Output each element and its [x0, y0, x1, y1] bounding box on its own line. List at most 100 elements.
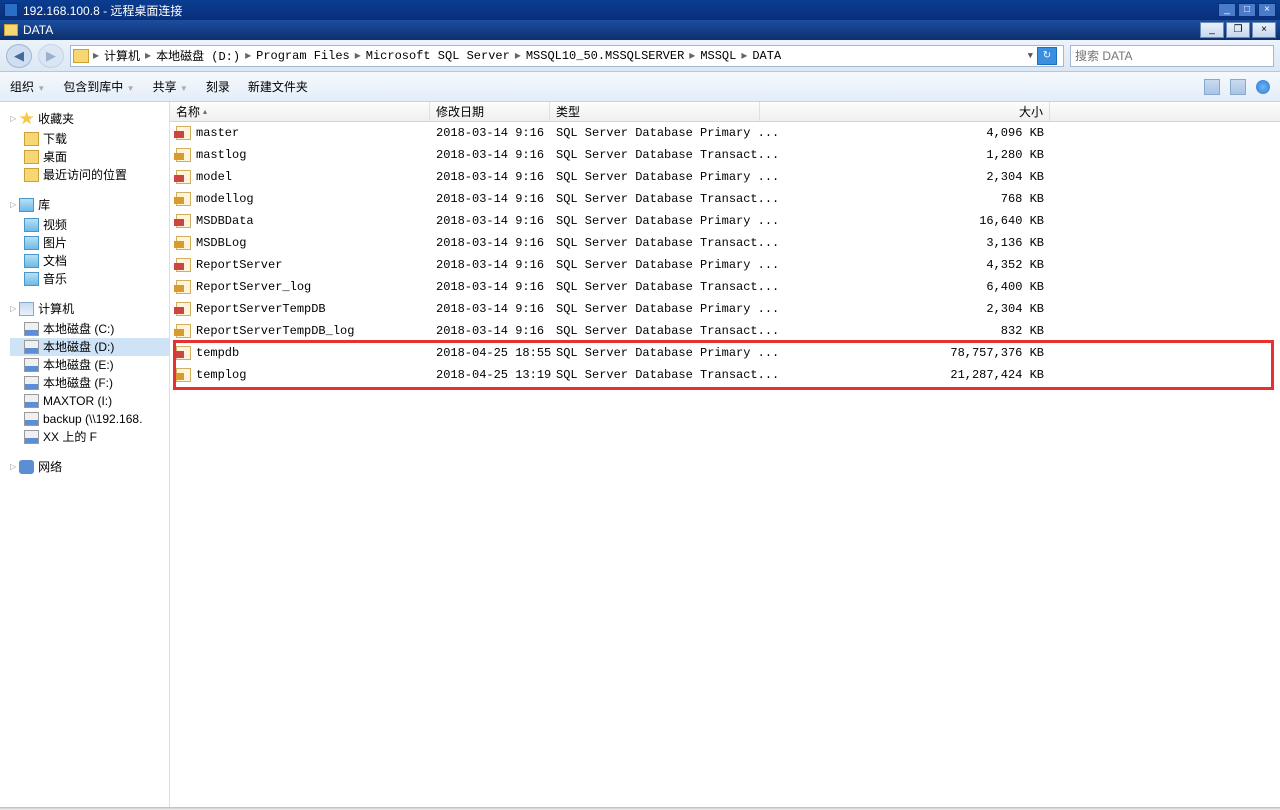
- file-list: 名称▴ 修改日期 类型 大小 master2018-03-14 9:16SQL …: [170, 102, 1280, 807]
- back-button[interactable]: ◀: [6, 44, 32, 68]
- file-row[interactable]: MSDBData2018-03-14 9:16SQL Server Databa…: [170, 210, 1280, 232]
- database-file-icon: [176, 192, 191, 206]
- rdp-close-button[interactable]: ×: [1258, 3, 1276, 17]
- explorer-maximize-button[interactable]: ❐: [1226, 22, 1250, 38]
- sidebar-libraries-header[interactable]: 库: [10, 196, 169, 213]
- file-row[interactable]: templog2018-04-25 13:19SQL Server Databa…: [170, 364, 1280, 386]
- breadcrumb[interactable]: ▸ 计算机 ▸ 本地磁盘 (D:) ▸ Program Files ▸ Micr…: [70, 45, 1064, 67]
- file-name: templog: [196, 368, 246, 382]
- sidebar-item-mapped-drive[interactable]: XX 上的 F: [10, 428, 169, 446]
- sidebar-network-header[interactable]: 网络: [10, 458, 169, 475]
- chevron-right-icon[interactable]: ▸: [514, 48, 522, 63]
- breadcrumb-item[interactable]: Program Files: [252, 49, 354, 63]
- forward-button[interactable]: ▶: [38, 44, 64, 68]
- file-row[interactable]: ReportServerTempDB_log2018-03-14 9:16SQL…: [170, 320, 1280, 342]
- sidebar-favorites-header[interactable]: 收藏夹: [10, 110, 169, 127]
- file-name: model: [196, 170, 232, 184]
- breadcrumb-item[interactable]: MSSQL: [696, 49, 740, 63]
- sidebar-item-recent[interactable]: 最近访问的位置: [10, 166, 169, 184]
- file-row[interactable]: ReportServer2018-03-14 9:16SQL Server Da…: [170, 254, 1280, 276]
- file-row[interactable]: tempdb2018-04-25 18:55SQL Server Databas…: [170, 342, 1280, 364]
- file-row[interactable]: model2018-03-14 9:16SQL Server Database …: [170, 166, 1280, 188]
- breadcrumb-item[interactable]: Microsoft SQL Server: [362, 49, 514, 63]
- database-file-icon: [176, 148, 191, 162]
- search-input[interactable]: [1075, 49, 1269, 63]
- view-options-button[interactable]: [1204, 79, 1220, 95]
- column-header-size[interactable]: 大小: [760, 102, 1050, 121]
- column-header-type[interactable]: 类型: [550, 102, 760, 121]
- file-type: SQL Server Database Transact...: [550, 192, 760, 206]
- preview-pane-button[interactable]: [1230, 79, 1246, 95]
- sidebar-favorites-group: 收藏夹 下载 桌面 最近访问的位置: [10, 110, 169, 184]
- breadcrumb-item[interactable]: 计算机: [100, 47, 144, 64]
- database-file-icon: [176, 170, 191, 184]
- help-button[interactable]: [1256, 80, 1270, 94]
- sidebar-item-videos[interactable]: 视频: [10, 216, 169, 234]
- file-size: 6,400 KB: [760, 280, 1050, 294]
- desktop-icon: [24, 150, 39, 164]
- include-in-library-button[interactable]: 包含到库中 ▼: [63, 78, 134, 95]
- file-row[interactable]: ReportServer_log2018-03-14 9:16SQL Serve…: [170, 276, 1280, 298]
- sidebar-item-music[interactable]: 音乐: [10, 270, 169, 288]
- sidebar-item-drive-e[interactable]: 本地磁盘 (E:): [10, 356, 169, 374]
- database-file-icon: [176, 324, 191, 338]
- sidebar-item-desktop[interactable]: 桌面: [10, 148, 169, 166]
- file-size: 2,304 KB: [760, 302, 1050, 316]
- drive-icon: [24, 340, 39, 354]
- file-row[interactable]: modellog 2018-03-14 9:16SQL Server Databa…: [170, 188, 1280, 210]
- share-button[interactable]: 共享 ▼: [153, 78, 188, 95]
- sidebar-network-group: 网络: [10, 458, 169, 475]
- sidebar-item-downloads[interactable]: 下载: [10, 130, 169, 148]
- sidebar-item-network-drive[interactable]: backup (\\192.168.: [10, 410, 169, 428]
- organize-button[interactable]: 组织 ▼: [10, 78, 45, 95]
- file-size: 16,640 KB: [760, 214, 1050, 228]
- rdp-maximize-button[interactable]: □: [1238, 3, 1256, 17]
- sidebar-item-drive-c[interactable]: 本地磁盘 (C:): [10, 320, 169, 338]
- search-box[interactable]: [1070, 45, 1274, 67]
- sidebar-computer-group: 计算机 本地磁盘 (C:) 本地磁盘 (D:) 本地磁盘 (E:) 本地磁盘 (…: [10, 300, 169, 446]
- chevron-right-icon[interactable]: ▸: [740, 48, 748, 63]
- chevron-right-icon[interactable]: ▸: [688, 48, 696, 63]
- file-date: 2018-03-14 9:16: [430, 324, 550, 338]
- breadcrumb-item[interactable]: MSSQL10_50.MSSQLSERVER: [522, 49, 688, 63]
- burn-button[interactable]: 刻录: [206, 78, 230, 95]
- chevron-right-icon[interactable]: ▸: [144, 48, 152, 63]
- library-icon: [19, 198, 34, 212]
- sidebar-item-documents[interactable]: 文档: [10, 252, 169, 270]
- explorer-close-button[interactable]: ×: [1252, 22, 1276, 38]
- folder-icon: [4, 24, 18, 36]
- file-size: 78,757,376 KB: [760, 346, 1050, 360]
- recent-icon: [24, 168, 39, 182]
- breadcrumb-item[interactable]: DATA: [748, 49, 785, 63]
- column-header-date[interactable]: 修改日期: [430, 102, 550, 121]
- chevron-right-icon[interactable]: ▸: [92, 48, 100, 63]
- sidebar-item-pictures[interactable]: 图片: [10, 234, 169, 252]
- file-row[interactable]: ReportServerTempDB2018-03-14 9:16SQL Ser…: [170, 298, 1280, 320]
- sidebar-item-drive-d[interactable]: 本地磁盘 (D:): [10, 338, 169, 356]
- drive-icon: [24, 322, 39, 336]
- rdp-window-controls: _ □ ×: [1218, 3, 1276, 17]
- file-date: 2018-03-14 9:16: [430, 192, 550, 206]
- file-row[interactable]: master2018-03-14 9:16SQL Server Database…: [170, 122, 1280, 144]
- new-folder-button[interactable]: 新建文件夹: [248, 78, 308, 95]
- file-row[interactable]: mastlog2018-03-14 9:16SQL Server Databas…: [170, 144, 1280, 166]
- sidebar: 收藏夹 下载 桌面 最近访问的位置 库 视频 图片 文档 音乐 计算机 本地磁盘…: [0, 102, 170, 807]
- chevron-right-icon[interactable]: ▸: [244, 48, 252, 63]
- sidebar-item-drive-f[interactable]: 本地磁盘 (F:): [10, 374, 169, 392]
- chevron-right-icon[interactable]: ▸: [354, 48, 362, 63]
- sidebar-computer-header[interactable]: 计算机: [10, 300, 169, 317]
- column-header-name[interactable]: 名称▴: [170, 102, 430, 121]
- sidebar-item-drive-i[interactable]: MAXTOR (I:): [10, 392, 169, 410]
- refresh-button[interactable]: ↻: [1037, 47, 1057, 65]
- file-row[interactable]: MSDBLog2018-03-14 9:16SQL Server Databas…: [170, 232, 1280, 254]
- rdp-minimize-button[interactable]: _: [1218, 3, 1236, 17]
- database-file-icon: [176, 368, 191, 382]
- file-name: ReportServerTempDB: [196, 302, 326, 316]
- file-date: 2018-03-14 9:16: [430, 170, 550, 184]
- file-name: mastlog: [196, 148, 246, 162]
- file-name: modellog: [196, 192, 254, 206]
- breadcrumb-item[interactable]: 本地磁盘 (D:): [152, 47, 244, 64]
- chevron-down-icon[interactable]: ▼: [1028, 51, 1033, 61]
- drive-icon: [24, 358, 39, 372]
- explorer-minimize-button[interactable]: _: [1200, 22, 1224, 38]
